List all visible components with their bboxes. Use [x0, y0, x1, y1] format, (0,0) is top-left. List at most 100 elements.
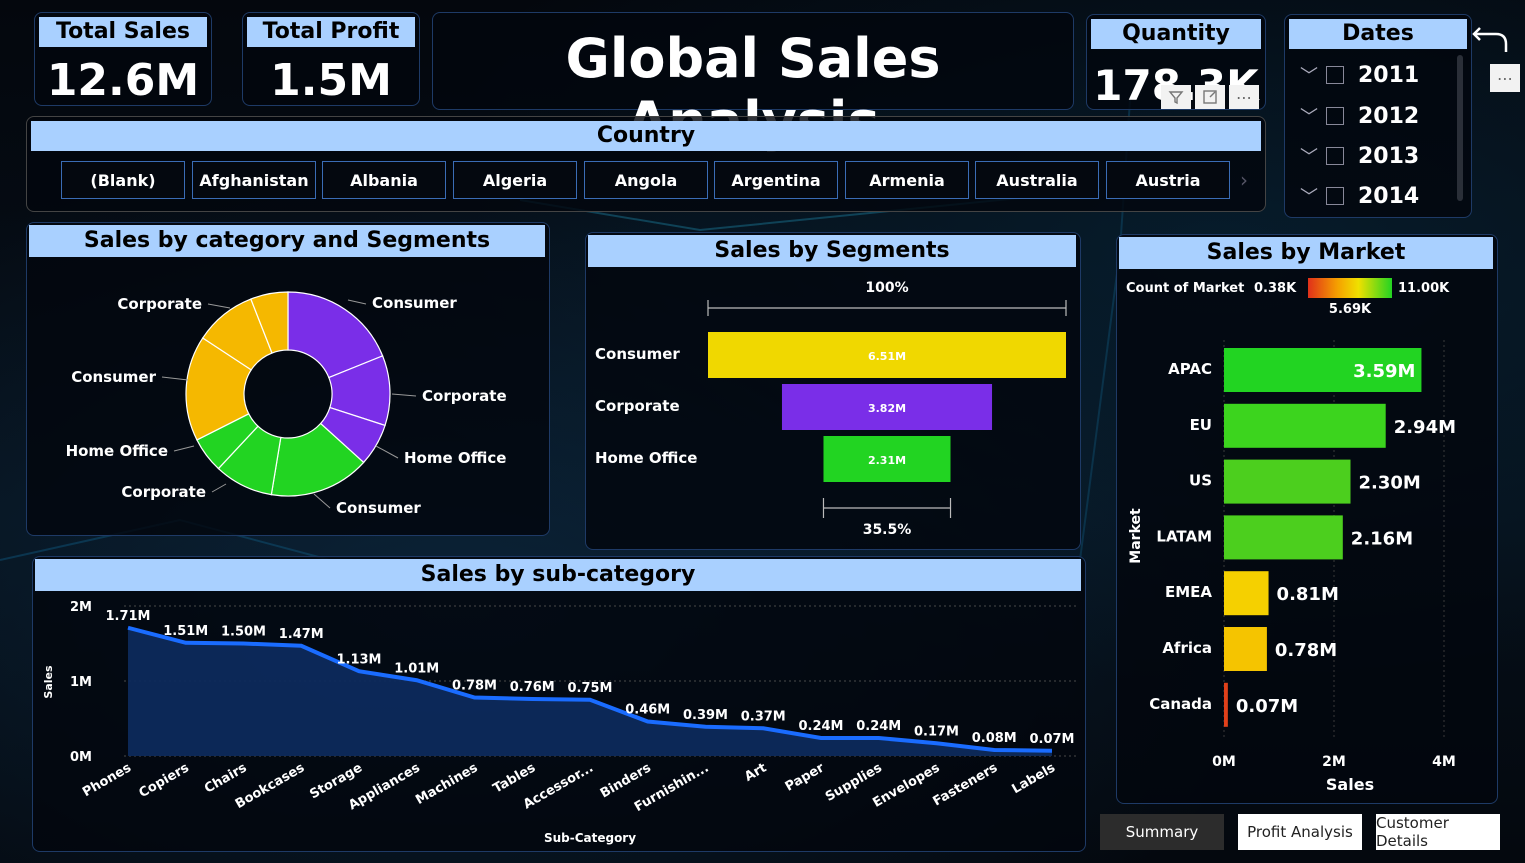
data-label: 0.07M [1029, 732, 1074, 747]
market-value-label: 2.94M [1394, 417, 1456, 438]
country-button[interactable]: Austria [1106, 161, 1230, 199]
market-value-label: 2.30M [1359, 473, 1421, 494]
slice-label: Corporate [121, 483, 206, 501]
leader-line [173, 445, 195, 452]
chevron-down-icon[interactable]: ﹀ [1300, 143, 1326, 169]
funnel-value-label: 3.82M [868, 402, 906, 415]
chart-title: Sales by category and Segments [29, 225, 545, 257]
x-tick-label: Chairs [202, 760, 250, 796]
chevron-down-icon[interactable]: ﹀ [1300, 103, 1326, 129]
market-bar [1224, 459, 1351, 504]
market-bar [1224, 515, 1343, 560]
x-axis-title: Sub-Category [544, 831, 636, 845]
country-button[interactable]: Angola [584, 161, 708, 199]
y-axis-title: Market [1128, 508, 1144, 564]
y-tick-label: 1M [70, 675, 92, 690]
leader-line [211, 483, 227, 493]
date-item-2013[interactable]: ﹀ 2013 [1300, 141, 1419, 171]
kpi-label: Total Profit [247, 17, 415, 47]
slice-label: Corporate [422, 387, 507, 405]
market-bar [1224, 627, 1267, 671]
legend-max: 11.00K [1398, 281, 1450, 296]
donut-chart: Consumer Corporate Home Office Consumer Corp… [66, 291, 507, 517]
slice-label: Corporate [117, 295, 202, 313]
market-category-label: Africa [1162, 639, 1212, 657]
funnel-category-label: Consumer [595, 345, 680, 363]
data-label: 1.47M [279, 627, 324, 642]
leader-line [391, 393, 417, 397]
market-value-label: 2.16M [1351, 528, 1413, 549]
funnel-category-label: Home Office [595, 449, 697, 467]
date-item-2014[interactable]: ﹀ 2014 [1300, 181, 1419, 211]
market-bar [1224, 682, 1228, 727]
market-category-label: US [1189, 472, 1212, 490]
kpi-card-total-profit: Total Profit 1.5M [242, 12, 420, 106]
slice-label: Home Office [66, 442, 168, 460]
chart-title: Sales by Segments [588, 235, 1076, 267]
data-label: 0.17M [914, 724, 959, 739]
x-tick-label: Art [742, 760, 769, 784]
market-category-label: APAC [1168, 360, 1212, 378]
chevron-right-icon[interactable]: › [1240, 168, 1248, 192]
legend-color-bar [1308, 278, 1392, 298]
x-tick-label: Fasteners [930, 760, 1000, 809]
data-label: 0.75M [567, 681, 612, 696]
market-category-label: LATAM [1156, 527, 1212, 545]
data-label: 0.24M [856, 719, 901, 734]
country-button[interactable]: Afghanistan [192, 161, 316, 199]
country-button[interactable]: Algeria [453, 161, 577, 199]
visual-header-toolbar: ⋯ [1161, 85, 1263, 109]
x-tick-label: Machines [413, 760, 480, 808]
market-bar-chart: Count of Market 0.38K 11.00K 5.69K 0M 2M 4M APA… [1126, 278, 1456, 794]
checkbox[interactable] [1326, 66, 1344, 84]
market-bar [1224, 571, 1269, 616]
country-button[interactable]: (Blank) [61, 161, 185, 199]
chart-title: Sales by sub-category [35, 559, 1081, 591]
checkbox[interactable] [1326, 107, 1344, 125]
country-button[interactable]: Argentina [714, 161, 838, 199]
leader-line [313, 493, 331, 509]
data-label: 0.39M [683, 708, 728, 723]
data-label: 0.78M [452, 679, 497, 694]
country-button[interactable]: Australia [975, 161, 1099, 199]
x-tick-label: 4M [1432, 754, 1456, 770]
data-label: 1.51M [163, 624, 208, 639]
date-item-2012[interactable]: ﹀ 2012 [1300, 101, 1419, 131]
tab-profit-analysis[interactable]: Profit Analysis [1238, 814, 1362, 850]
more-options-icon[interactable]: ⋯ [1490, 64, 1520, 92]
country-button[interactable]: Albania [322, 161, 446, 199]
leader-line [161, 376, 189, 381]
chevron-down-icon[interactable]: ﹀ [1300, 183, 1326, 209]
country-slicer-header: Country [31, 121, 1261, 151]
kpi-value: 1.5M [270, 55, 392, 106]
checkbox[interactable] [1326, 187, 1344, 205]
tab-summary[interactable]: Summary [1100, 814, 1224, 850]
checkbox[interactable] [1326, 147, 1344, 165]
chevron-down-icon[interactable]: ﹀ [1300, 62, 1326, 88]
data-label: 0.37M [741, 709, 786, 724]
tab-customer-details[interactable]: Customer Details [1376, 814, 1500, 850]
back-icon[interactable] [1470, 12, 1516, 62]
funnel-chart: 100% Consumer 6.51M Corporate 3.82M Home Offi… [595, 280, 1067, 538]
market-bar [1224, 403, 1386, 448]
kpi-label: Quantity [1091, 19, 1261, 49]
date-item-2011[interactable]: ﹀ 2011 [1300, 60, 1419, 90]
more-options-icon[interactable]: ⋯ [1229, 85, 1259, 109]
market-value-label: 0.07M [1236, 696, 1298, 717]
subcategory-area-chart: 0M 1M 2M 1.71M Phones 1.51M Copiers 1.50M Chairs… [42, 600, 1078, 845]
date-label: 2011 [1358, 62, 1420, 88]
y-axis-title: Sales [42, 665, 55, 699]
x-axis-title: Sales [1326, 775, 1374, 794]
country-button[interactable]: Armenia [845, 161, 969, 199]
data-label: 0.08M [972, 731, 1017, 746]
kpi-value: 12.6M [46, 55, 200, 106]
funnel-value-label: 6.51M [868, 350, 906, 363]
focus-mode-icon[interactable] [1195, 85, 1225, 109]
filter-icon[interactable] [1161, 85, 1191, 109]
data-label: 1.13M [336, 652, 381, 667]
dates-scrollbar[interactable] [1457, 55, 1463, 201]
y-tick-label: 2M [70, 600, 92, 615]
legend-mid: 5.69K [1329, 302, 1372, 317]
slice-label: Consumer [372, 294, 457, 312]
funnel-category-label: Corporate [595, 397, 680, 415]
